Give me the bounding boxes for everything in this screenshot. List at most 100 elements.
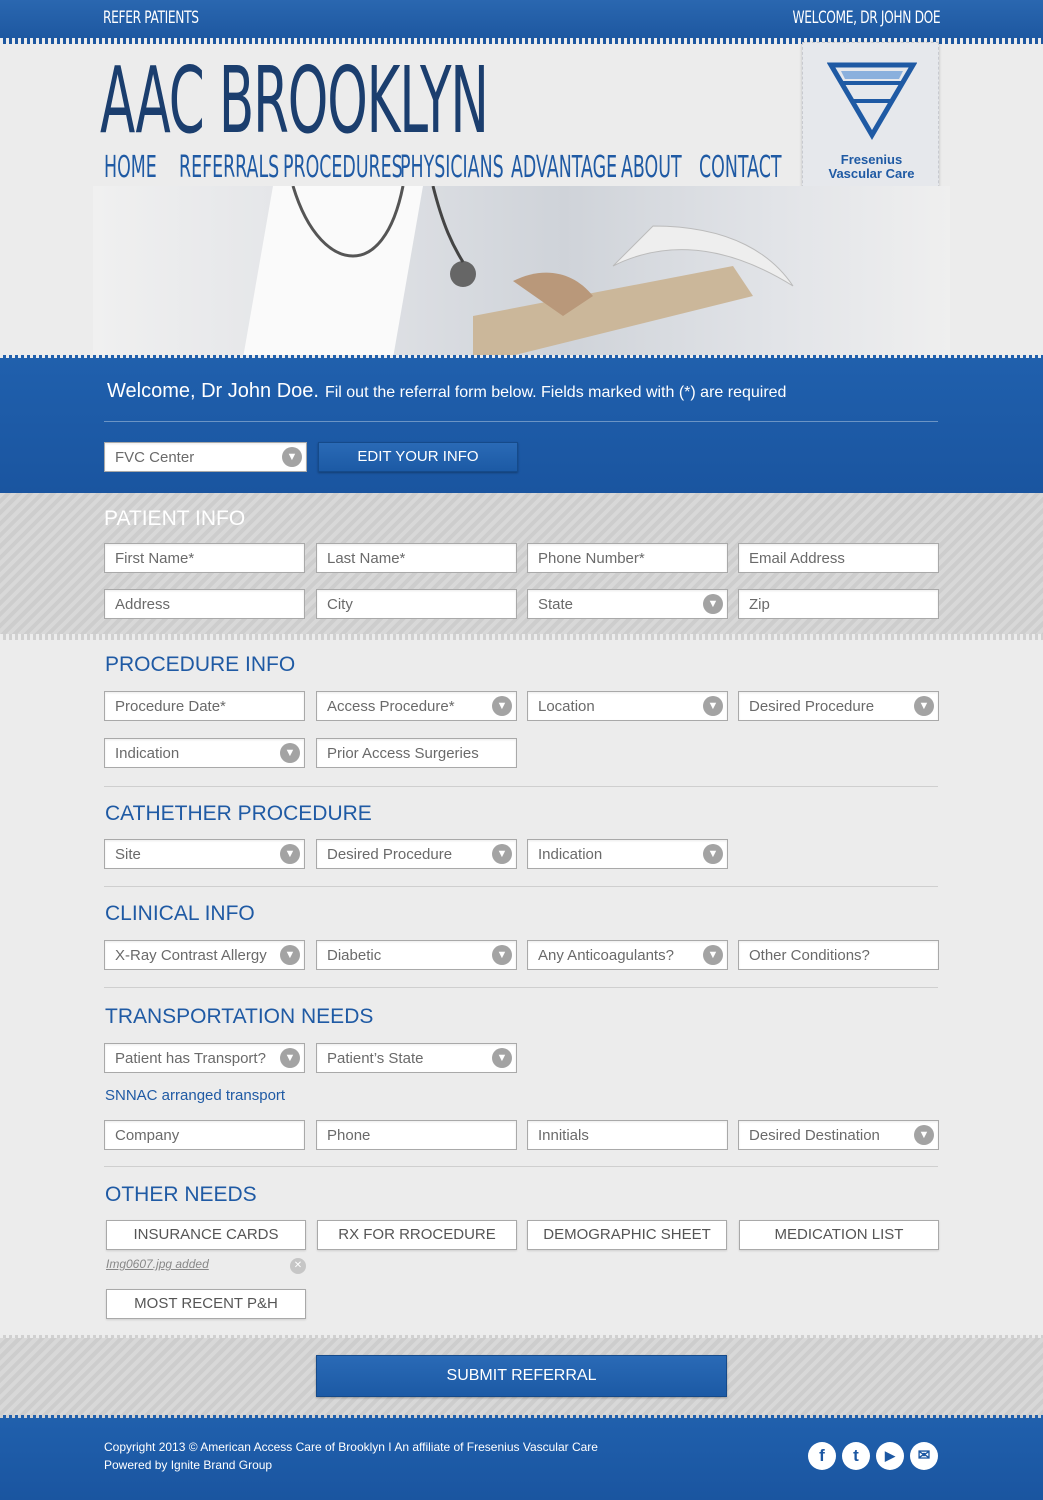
- indication-select[interactable]: Indication ▼: [104, 738, 305, 768]
- catheter-desired-procedure-select[interactable]: Desired Procedure ▼: [316, 839, 517, 869]
- diabetic-select[interactable]: Diabetic ▼: [316, 940, 517, 970]
- nav-referrals[interactable]: REFERRALS: [179, 150, 279, 185]
- catheter-desired-value: Desired Procedure: [327, 846, 453, 863]
- submit-referral-button[interactable]: SUBMIT REFERRAL: [316, 1355, 727, 1397]
- initials-field[interactable]: Innitials: [527, 1120, 728, 1150]
- chevron-down-icon: ▼: [280, 844, 300, 864]
- desired-destination-value: Desired Destination: [749, 1127, 880, 1144]
- most-recent-ph-button[interactable]: MOST RECENT P&H: [106, 1289, 306, 1319]
- state-select[interactable]: State ▼: [527, 589, 728, 619]
- procedure-date-field[interactable]: Procedure Date*: [104, 691, 305, 721]
- nav-procedures[interactable]: PROCEDURES: [283, 150, 403, 185]
- fresenius-logo: Fresenius Vascular Care: [802, 42, 939, 198]
- nav-home[interactable]: HOME: [104, 150, 157, 185]
- medication-list-button[interactable]: MEDICATION LIST: [739, 1220, 939, 1250]
- logo-text-line1: Fresenius: [840, 152, 903, 167]
- welcome-divider: [104, 421, 938, 422]
- section-divider: [104, 1166, 938, 1167]
- contrast-allergy-value: X-Ray Contrast Allergy: [115, 947, 267, 964]
- facebook-icon[interactable]: f: [808, 1442, 836, 1470]
- zigzag-divider: [0, 634, 1043, 640]
- welcome-greeting: Welcome, Dr John Doe.: [107, 380, 319, 402]
- chevron-down-icon: ▼: [914, 696, 934, 716]
- patient-state-value: Patient’s State: [327, 1050, 424, 1067]
- site-select[interactable]: Site ▼: [104, 839, 305, 869]
- refer-patients-link[interactable]: REFER PATIENTS: [103, 8, 199, 28]
- chevron-down-icon: ▼: [492, 844, 512, 864]
- access-procedure-select[interactable]: Access Procedure* ▼: [316, 691, 517, 721]
- last-name-field[interactable]: Last Name*: [316, 543, 517, 573]
- welcome-instructions: Fil out the referral form below. Fields …: [324, 384, 787, 401]
- welcome-user-label: WELCOME, DR JOHN DOE: [792, 8, 940, 28]
- phone-number-field[interactable]: Phone Number*: [527, 543, 728, 573]
- site-title: AAC BROOKLYN: [100, 47, 489, 154]
- submit-section: SUBMIT REFERRAL: [0, 1338, 1043, 1418]
- access-procedure-value: Access Procedure*: [327, 698, 455, 715]
- top-bar: REFER PATIENTS WELCOME, DR JOHN DOE: [0, 0, 1043, 40]
- transport-phone-field[interactable]: Phone: [316, 1120, 517, 1150]
- logo-text-line2: Vascular Care: [828, 166, 915, 181]
- anticoagulants-value: Any Anticoagulants?: [538, 947, 674, 964]
- twitter-icon[interactable]: t: [842, 1442, 870, 1470]
- location-value: Location: [538, 698, 595, 715]
- nav-advantage[interactable]: ADVANTAGE: [511, 150, 617, 185]
- prior-access-surgeries-field[interactable]: Prior Access Surgeries: [316, 738, 517, 768]
- desired-procedure-select[interactable]: Desired Procedure ▼: [738, 691, 939, 721]
- insurance-cards-button[interactable]: INSURANCE CARDS: [106, 1220, 306, 1250]
- catheter-indication-select[interactable]: Indication ▼: [527, 839, 728, 869]
- chevron-down-icon: ▼: [280, 743, 300, 763]
- desired-procedure-value: Desired Procedure: [749, 698, 875, 715]
- nav-about[interactable]: ABOUT: [621, 150, 682, 185]
- section-divider: [104, 886, 938, 887]
- city-field[interactable]: City: [316, 589, 517, 619]
- zip-field[interactable]: Zip: [738, 589, 939, 619]
- rx-procedure-button[interactable]: RX FOR RROCEDURE: [317, 1220, 517, 1250]
- patient-transport-value: Patient has Transport?: [115, 1050, 266, 1067]
- edit-info-button[interactable]: EDIT YOUR INFO: [318, 442, 518, 472]
- other-needs-title: OTHER NEEDS: [105, 1183, 257, 1206]
- email-icon[interactable]: ✉: [910, 1442, 938, 1470]
- procedure-info-title: PROCEDURE INFO: [105, 653, 296, 676]
- nav-physicians[interactable]: PHYSICIANS: [400, 150, 504, 185]
- patient-state-select[interactable]: Patient’s State ▼: [316, 1043, 517, 1073]
- demographic-sheet-button[interactable]: DEMOGRAPHIC SHEET: [527, 1220, 727, 1250]
- remove-file-icon[interactable]: ✕: [290, 1258, 306, 1274]
- section-divider: [104, 987, 938, 988]
- footer: Copyright 2013 © American Access Care of…: [0, 1418, 1043, 1500]
- triangle-logo-icon: [827, 62, 917, 140]
- contrast-allergy-select[interactable]: X-Ray Contrast Allergy ▼: [104, 940, 305, 970]
- anticoagulants-select[interactable]: Any Anticoagulants? ▼: [527, 940, 728, 970]
- chevron-down-icon: ▼: [492, 945, 512, 965]
- email-field[interactable]: Email Address: [738, 543, 939, 573]
- first-name-field[interactable]: First Name*: [104, 543, 305, 573]
- patient-transport-select[interactable]: Patient has Transport? ▼: [104, 1043, 305, 1073]
- nav-contact[interactable]: CONTACT: [699, 150, 782, 185]
- chevron-down-icon: ▼: [492, 696, 512, 716]
- chevron-down-icon: ▼: [280, 945, 300, 965]
- company-field[interactable]: Company: [104, 1120, 305, 1150]
- desired-destination-select[interactable]: Desired Destination ▼: [738, 1120, 939, 1150]
- powered-by-text: Powered by Ignite Brand Group: [104, 1458, 273, 1472]
- snnac-transport-label: SNNAC arranged transport: [105, 1087, 286, 1104]
- chevron-down-icon: ▼: [703, 945, 723, 965]
- transportation-needs-title: TRANSPORTATION NEEDS: [105, 1005, 374, 1028]
- indication-value: Indication: [115, 745, 180, 762]
- chevron-down-icon: ▼: [282, 447, 302, 467]
- patient-info-section: PATIENT INFO First Name* Last Name* Phon…: [0, 493, 1043, 636]
- copyright-text: Copyright 2013 © American Access Care of…: [104, 1440, 598, 1454]
- chevron-down-icon: ▼: [703, 696, 723, 716]
- diabetic-value: Diabetic: [327, 947, 382, 964]
- location-select[interactable]: Location ▼: [527, 691, 728, 721]
- youtube-icon[interactable]: ▶: [876, 1442, 904, 1470]
- address-field[interactable]: Address: [104, 589, 305, 619]
- fvc-center-select[interactable]: FVC Center ▼: [104, 442, 307, 472]
- state-value: State: [538, 596, 574, 613]
- site-value: Site: [115, 846, 141, 863]
- catheter-indication-value: Indication: [538, 846, 603, 863]
- fvc-center-value: FVC Center: [115, 449, 195, 466]
- chevron-down-icon: ▼: [280, 1048, 300, 1068]
- chevron-down-icon: ▼: [703, 844, 723, 864]
- section-divider: [104, 786, 938, 787]
- attached-file-label[interactable]: Img0607.jpg added: [106, 1257, 209, 1271]
- other-conditions-field[interactable]: Other Conditions?: [738, 940, 939, 970]
